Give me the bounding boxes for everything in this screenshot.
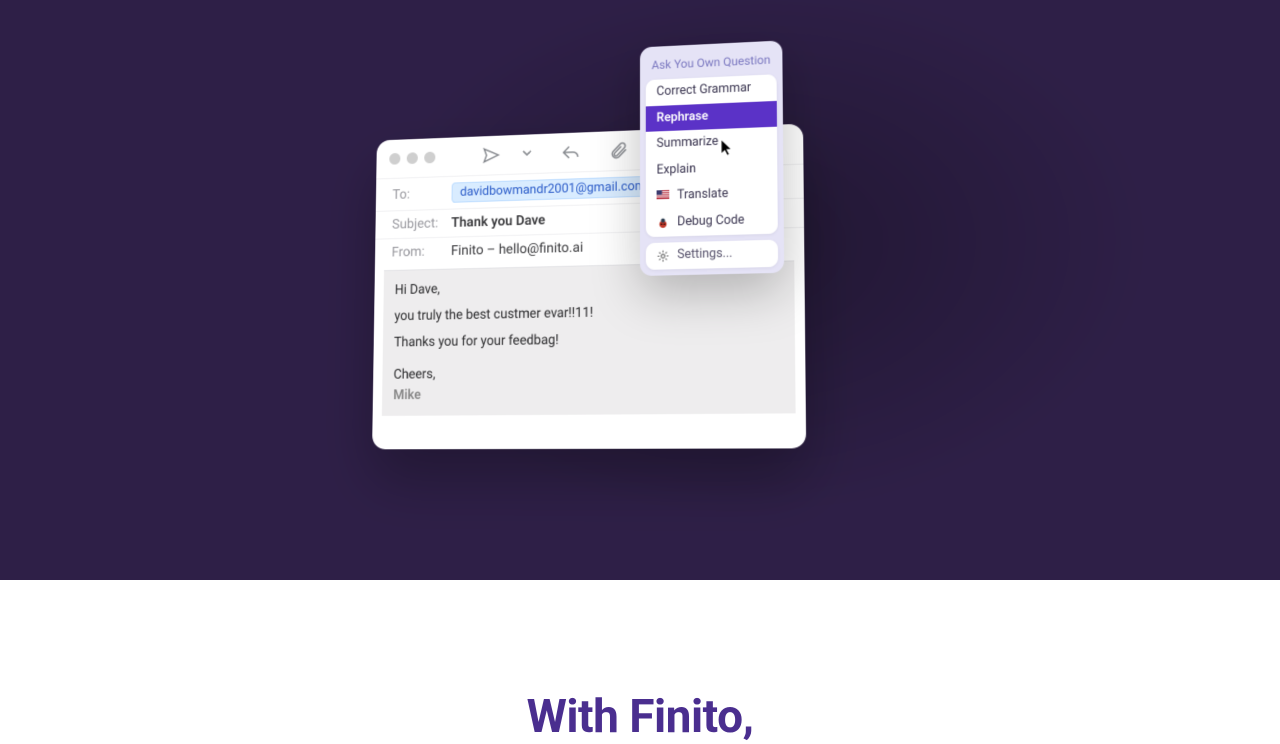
subject-label: Subject: [392,216,442,233]
headline-section: With Finito, [0,580,1280,744]
send-icon[interactable] [482,146,501,166]
body-signature-name: Mike [393,382,783,406]
email-body[interactable]: Hi Dave, you truly the best custmer evar… [382,261,796,417]
traffic-lights[interactable] [389,152,435,165]
zoom-dot[interactable] [424,152,435,164]
subject-value: Thank you Dave [451,213,545,231]
from-label: From: [392,244,442,261]
from-value: Finito – hello@finito.ai [451,240,583,259]
chevron-down-icon[interactable] [521,144,532,164]
minimize-dot[interactable] [407,153,418,165]
page-headline: With Finito, [0,690,1280,744]
hero-section: To: davidbowmandr2001@gmail.com▾ Subject… [0,0,1280,580]
